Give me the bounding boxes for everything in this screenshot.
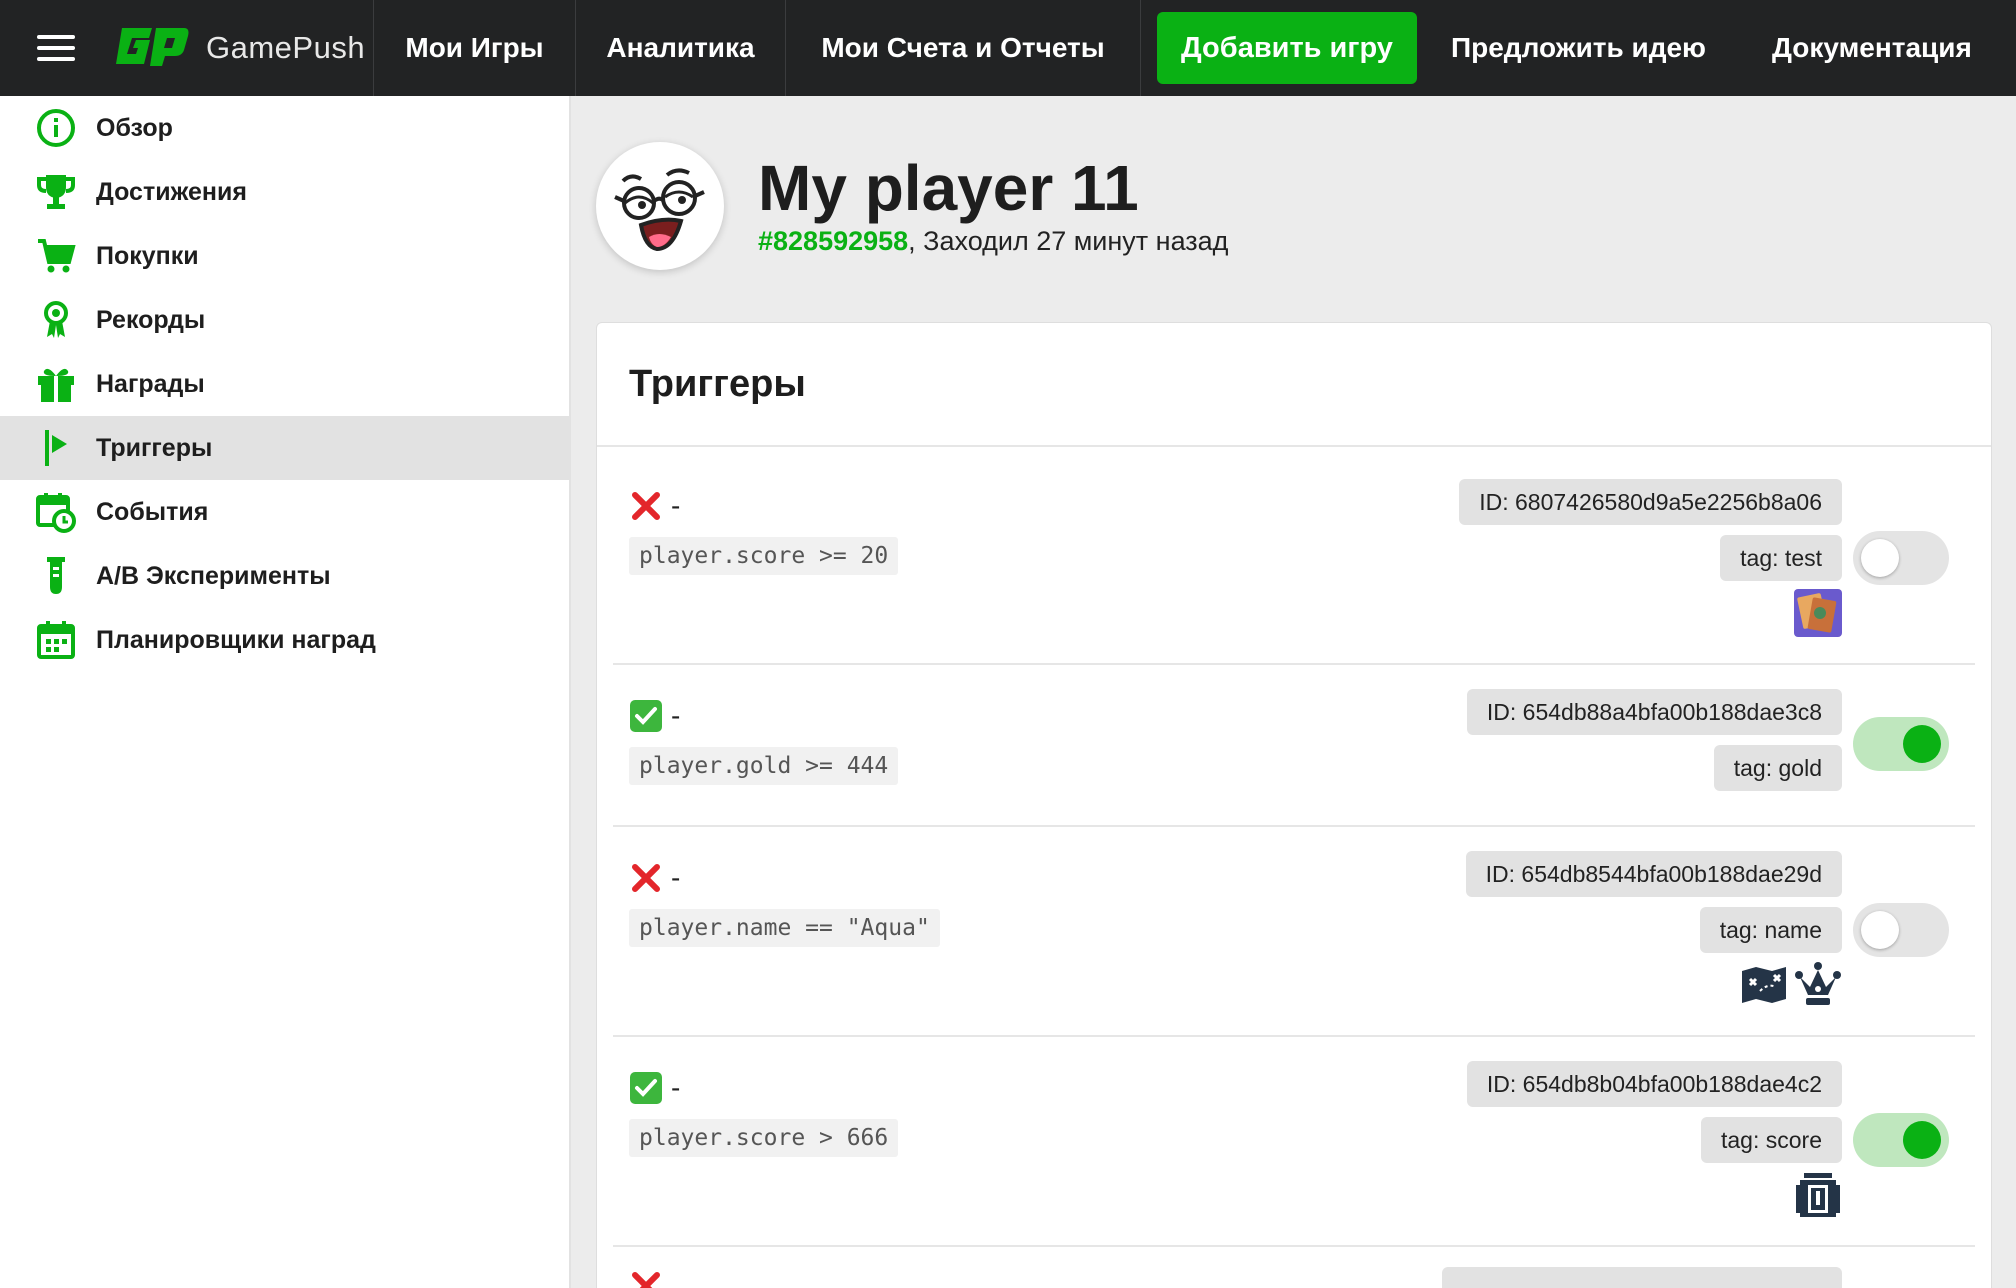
sidebar-item-purchases[interactable]: Покупки	[0, 224, 569, 288]
player-id: #828592958	[758, 226, 909, 257]
check-mark-icon	[629, 1071, 663, 1105]
trigger-condition: player.name == "Aqua"	[629, 909, 940, 947]
sidebar-item-ab-tests[interactable]: A/B Эксперименты	[0, 544, 569, 608]
check-mark-icon	[629, 699, 663, 733]
gamepush-logo-icon	[116, 28, 189, 66]
sidebar-item-rewards[interactable]: Награды	[0, 352, 569, 416]
trigger-id-chip[interactable]: ID: 654db8544bfa00b188dae29d	[1465, 851, 1842, 897]
trigger-status: -	[629, 1071, 680, 1105]
sidebar-item-label: Рекорды	[96, 305, 206, 334]
sidebar-item-label: Награды	[96, 369, 205, 398]
trigger-status: -	[629, 861, 680, 895]
trigger-tag-chip[interactable]: tag: score	[1701, 1117, 1842, 1163]
player-last-seen: , Заходил 27 минут назад	[908, 226, 1229, 257]
trophy-icon	[32, 168, 80, 216]
sidebar: Обзор Достижения Покупки Рекорды Награды…	[0, 96, 571, 1288]
trigger-condition: player.score > 666	[629, 1119, 899, 1157]
sidebar-item-label: A/B Эксперименты	[96, 561, 331, 590]
nav-my-games[interactable]: Мои Игры	[374, 0, 576, 96]
trigger-dash: -	[671, 1072, 681, 1103]
trigger-id-chip[interactable]	[1442, 1267, 1842, 1288]
trigger-toggle[interactable]	[1853, 531, 1949, 585]
player-meta: #828592958, Заходил 27 минут назад	[758, 226, 1228, 257]
cart-icon	[32, 232, 80, 280]
add-game-button[interactable]: Добавить игру	[1157, 12, 1417, 84]
trigger-row: - player.score >= 20 ID: 6807426580d9a5e…	[613, 447, 1975, 665]
sidebar-item-triggers[interactable]: Триггеры	[0, 416, 569, 480]
avatar	[596, 142, 724, 270]
sidebar-item-label: Покупки	[96, 241, 199, 270]
toggle-knob	[1903, 1121, 1941, 1159]
toggle-knob	[1861, 539, 1899, 577]
avatar-face-icon	[614, 168, 705, 252]
trigger-condition: player.score >= 20	[629, 537, 899, 575]
sidebar-item-overview[interactable]: Обзор	[0, 96, 569, 160]
trigger-status	[629, 1269, 671, 1288]
trigger-id-chip[interactable]: ID: 6807426580d9a5e2256b8a06	[1459, 479, 1842, 525]
sidebar-item-label: Планировщики наград	[96, 625, 376, 654]
trigger-id-chip[interactable]: ID: 654db8b04bfa00b188dae4c2	[1466, 1061, 1842, 1107]
nav-analytics[interactable]: Аналитика	[576, 0, 786, 96]
sidebar-item-leaderboards[interactable]: Рекорды	[0, 288, 569, 352]
sidebar-item-label: Достижения	[96, 177, 247, 206]
calendar-icon	[32, 616, 80, 664]
triggers-card: Триггеры - player.score >= 20 ID: 680742…	[596, 322, 1992, 1288]
trigger-rewards	[1794, 589, 1842, 637]
cross-mark-icon	[629, 861, 663, 895]
nav-billing[interactable]: Мои Счета и Отчеты	[786, 0, 1141, 96]
toggle-knob	[1861, 911, 1899, 949]
player-name: My player 11	[758, 151, 1139, 224]
gift-icon	[32, 360, 80, 408]
nav-documentation[interactable]: Документация	[1772, 32, 1972, 64]
trigger-row: - player.gold >= 444 ID: 654db88a4bfa00b…	[613, 665, 1975, 827]
hamburger-icon	[37, 35, 75, 61]
trigger-rewards	[1740, 961, 1842, 1009]
logo[interactable]: GamePush	[112, 0, 374, 96]
calendar-clock-icon	[32, 488, 80, 536]
trigger-tag-chip[interactable]: tag: name	[1699, 907, 1842, 953]
sidebar-item-achievements[interactable]: Достижения	[0, 160, 569, 224]
sidebar-item-label: Триггеры	[96, 433, 213, 462]
trigger-dash: -	[671, 490, 681, 521]
menu-button[interactable]	[0, 0, 112, 96]
trigger-row: - player.score > 666 ID: 654db8b04bfa00b…	[613, 1037, 1975, 1247]
triggers-title: Триггеры	[597, 323, 1991, 447]
top-navbar: GamePush Мои Игры Аналитика Мои Счета и …	[0, 0, 2016, 96]
nav-suggest-idea[interactable]: Предложить идею	[1451, 32, 1706, 64]
door-reward-icon[interactable]	[1794, 1171, 1842, 1219]
test-tube-icon	[32, 552, 80, 600]
cross-mark-icon	[629, 1269, 663, 1288]
sidebar-item-events[interactable]: События	[0, 480, 569, 544]
trigger-toggle[interactable]	[1853, 717, 1949, 771]
map-reward-icon[interactable]	[1740, 961, 1788, 1009]
flag-icon	[32, 424, 80, 472]
cross-mark-icon	[629, 489, 663, 523]
crown-reward-icon[interactable]	[1794, 961, 1842, 1009]
trigger-condition: player.gold >= 444	[629, 747, 899, 785]
trigger-toggle[interactable]	[1853, 1113, 1949, 1167]
trigger-status: -	[629, 489, 680, 523]
logo-text: GamePush	[206, 30, 366, 65]
sidebar-item-reward-schedulers[interactable]: Планировщики наград	[0, 608, 569, 672]
sidebar-item-label: Обзор	[96, 113, 173, 142]
trigger-status: -	[629, 699, 680, 733]
trigger-row	[613, 1247, 1975, 1288]
trigger-dash: -	[671, 862, 681, 893]
medal-icon	[32, 296, 80, 344]
info-icon	[32, 104, 80, 152]
trigger-id-chip[interactable]: ID: 654db88a4bfa00b188dae3c8	[1466, 689, 1842, 735]
trigger-tag-chip[interactable]: tag: test	[1720, 535, 1842, 581]
toggle-knob	[1903, 725, 1941, 763]
player-header: My player 11 #828592958, Заходил 27 мину…	[596, 142, 1228, 270]
trigger-rewards	[1794, 1171, 1842, 1219]
card-reward-icon[interactable]	[1794, 589, 1842, 637]
trigger-row: - player.name == "Aqua" ID: 654db8544bfa…	[613, 827, 1975, 1037]
sidebar-item-label: События	[96, 497, 209, 526]
trigger-tag-chip[interactable]: tag: gold	[1713, 745, 1842, 791]
trigger-dash: -	[671, 700, 681, 731]
trigger-toggle[interactable]	[1853, 903, 1949, 957]
main-content: My player 11 #828592958, Заходил 27 мину…	[571, 96, 2016, 1288]
